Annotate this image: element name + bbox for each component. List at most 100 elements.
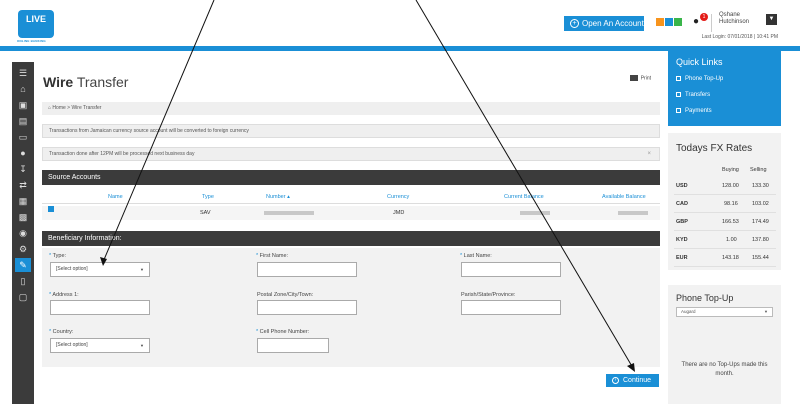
document-icon[interactable]: ▦: [15, 194, 31, 208]
notification-badge: 1: [700, 13, 708, 21]
beneficiary-form: * Type: [Select option] ▼ * First Name: …: [42, 248, 660, 367]
postal-input[interactable]: [257, 300, 357, 315]
left-icon-nav: ☰ ⌂ ▣ ▤ ▭ ● ↧ ⇄ ▦ ▩ ◉ ⚙ ✎ ▯ ▢: [12, 62, 34, 404]
currency-notice: Transactions from Jamaican currency sour…: [42, 124, 660, 138]
continue-label: Continue: [623, 377, 652, 384]
user-first-name: Qshane: [719, 12, 741, 18]
wire-transfer-icon[interactable]: ✎: [15, 258, 31, 272]
phone-topup-select[interactable]: Augard ▼: [676, 307, 773, 317]
orange-square-icon[interactable]: [656, 18, 664, 26]
quick-link-transfers[interactable]: Transfers: [676, 92, 710, 98]
continue-button[interactable]: › Continue: [606, 374, 659, 387]
menu-icon[interactable]: ☰: [15, 66, 31, 80]
last-login: Last Login: 07/01/2018 | 10:41 PM: [701, 34, 778, 40]
fx-row-gbp: GBP 166.53 174.49: [674, 213, 776, 231]
group-icon[interactable]: ◉: [15, 226, 31, 240]
type-label: * Type:: [49, 253, 67, 259]
address-label: * Address 1:: [49, 292, 79, 298]
quick-link-phone-topup[interactable]: Phone Top-Up: [676, 76, 723, 82]
header-divider: [711, 14, 712, 32]
print-button[interactable]: Print: [629, 75, 651, 82]
quick-link-payments[interactable]: Payments: [676, 108, 712, 114]
available-balance-redacted: [618, 206, 648, 220]
chevron-down-icon: ▼: [140, 267, 144, 272]
settings-icon[interactable]: ⚙: [15, 242, 31, 256]
printer-icon: [629, 75, 638, 81]
grid-icon[interactable]: ▩: [15, 210, 31, 224]
monitor-icon: [676, 92, 681, 97]
user-dropdown-icon[interactable]: ▼: [766, 14, 777, 25]
main-panel: Wire Transfer Print ⌂ Home > Wire Transf…: [35, 62, 665, 404]
current-balance-redacted: [520, 206, 550, 220]
col-name[interactable]: Name: [108, 190, 123, 204]
col-currency[interactable]: Currency: [387, 190, 409, 204]
green-square-icon[interactable]: [674, 18, 682, 26]
fx-rates-panel: Todays FX Rates Buying Selling USD 128.0…: [668, 133, 781, 270]
fx-row-usd: USD 128.00 133.30: [674, 177, 776, 195]
gift-icon[interactable]: ●: [693, 16, 699, 27]
card-icon[interactable]: ▭: [15, 130, 31, 144]
home-icon[interactable]: ⌂: [15, 82, 31, 96]
screen-icon[interactable]: ▢: [15, 290, 31, 304]
table-row[interactable]: SAV JMD: [42, 206, 660, 220]
user-name[interactable]: Qshane Hutchinson: [719, 12, 749, 26]
open-account-button[interactable]: + Open An Account: [564, 16, 644, 31]
monitor-icon[interactable]: ▣: [15, 98, 31, 112]
col-available-balance[interactable]: Available Balance: [602, 190, 646, 204]
country-label: * Country:: [49, 329, 74, 335]
quick-links-title: Quick Links: [676, 57, 723, 67]
close-icon[interactable]: ×: [647, 148, 651, 160]
parish-label: Parish/State/Province:: [461, 292, 516, 298]
arrow-circle-icon: ›: [612, 377, 619, 384]
chevron-down-icon: ▼: [140, 343, 144, 348]
live-logo[interactable]: LIVE: [18, 10, 54, 38]
page-title-bold: Wire: [43, 74, 74, 90]
account-currency: JMD: [393, 210, 405, 216]
home-icon[interactable]: ⌂: [48, 105, 51, 111]
transfer-icon[interactable]: ⇄: [15, 178, 31, 192]
type-select[interactable]: [Select option] ▼: [50, 262, 150, 277]
currency-notice-text: Transactions from Jamaican currency sour…: [49, 128, 249, 134]
col-type[interactable]: Type: [202, 190, 214, 204]
phone-topup-panel: Phone Top-Up Augard ▼ There are no Top-U…: [668, 285, 781, 404]
first-name-input[interactable]: [257, 262, 357, 277]
timing-notice: Transaction done after 12PM will be proc…: [42, 147, 660, 161]
breadcrumb-text[interactable]: Home > Wire Transfer: [52, 105, 101, 111]
page-title-light: Transfer: [76, 74, 129, 90]
payments-icon: [676, 108, 681, 113]
beneficiary-header: Beneficiary Information:: [42, 231, 660, 246]
chevron-down-icon: ▼: [764, 309, 768, 314]
postal-label: Postal Zone/City/Town:: [257, 292, 314, 298]
print-label: Print: [640, 75, 651, 82]
col-number[interactable]: Number ▴: [266, 190, 290, 204]
col-current-balance[interactable]: Current Balance: [504, 190, 544, 204]
open-account-label: Open An Account: [582, 19, 644, 28]
user-last-name: Hutchinson: [719, 19, 750, 25]
parish-input[interactable]: [461, 300, 561, 315]
address-input[interactable]: [50, 300, 150, 315]
top-header: LIVE ONLINE BANKING + Open An Account ● …: [0, 0, 800, 46]
fx-row-eur: EUR 143.18 155.44: [674, 249, 776, 267]
download-icon[interactable]: ↧: [15, 162, 31, 176]
cell-phone-input[interactable]: [257, 338, 329, 353]
source-accounts-header: Source Accounts: [42, 170, 660, 185]
mobile-icon: [676, 76, 681, 81]
row-select-checkbox[interactable]: [48, 206, 54, 212]
fx-row-cad: CAD 98.16 103.02: [674, 195, 776, 213]
quick-links-panel: Quick Links Phone Top-Up Transfers Payme…: [668, 51, 781, 126]
timing-notice-text: Transaction done after 12PM will be proc…: [49, 151, 195, 157]
cell-phone-label: * Cell Phone Number:: [256, 329, 310, 335]
plus-circle-icon: +: [570, 19, 579, 28]
list-icon[interactable]: ▤: [15, 114, 31, 128]
blue-square-icon[interactable]: [665, 18, 673, 26]
source-accounts-columns: Name Type Number ▴ Currency Current Bala…: [42, 190, 660, 204]
country-select[interactable]: [Select option] ▼: [50, 338, 150, 353]
fx-row-kyd: KYD 1.00 137.80: [674, 231, 776, 249]
phone-topup-title: Phone Top-Up: [676, 293, 734, 303]
user-icon[interactable]: ●: [15, 146, 31, 160]
last-name-input[interactable]: [461, 262, 561, 277]
mobile-icon[interactable]: ▯: [15, 274, 31, 288]
first-name-label: * First Name:: [256, 253, 289, 259]
account-number-redacted: [264, 206, 314, 220]
account-type: SAV: [200, 210, 211, 216]
